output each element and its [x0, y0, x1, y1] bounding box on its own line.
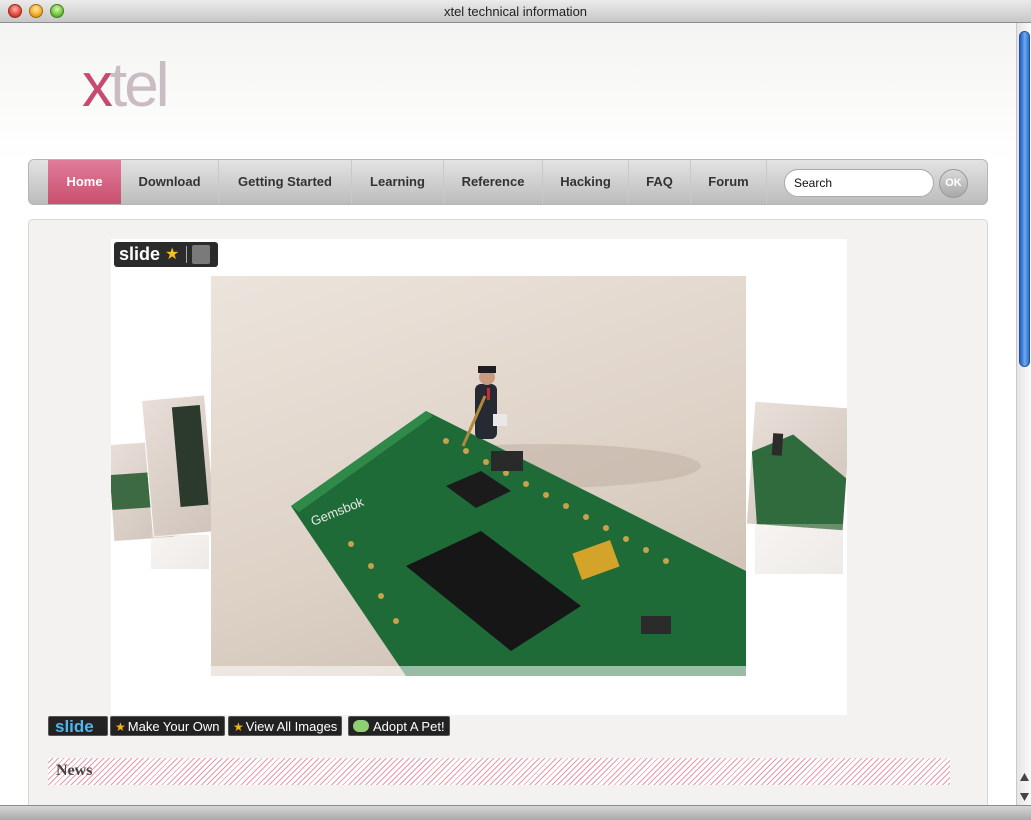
title-bar: xtel technical information: [0, 0, 1031, 23]
user-icon: [192, 245, 210, 264]
site-logo[interactable]: xtel: [82, 51, 170, 121]
nav-reference[interactable]: Reference: [444, 160, 543, 204]
search-ok-button[interactable]: OK: [939, 169, 968, 198]
slide-badge-text: slide: [119, 244, 161, 264]
vertical-scrollbar[interactable]: [1016, 23, 1031, 805]
slide-badge[interactable]: slide ★: [114, 242, 218, 267]
content-panel: slide ★ Gemsbok slide ★ Make Your Own ★ …: [28, 219, 988, 805]
scroll-up-arrow-icon[interactable]: [1020, 773, 1029, 781]
main-nav: Home Download Getting Started Learning R…: [28, 159, 988, 205]
right-thumbnail-art: [751, 433, 847, 531]
nav-learning[interactable]: Learning: [352, 160, 444, 204]
news-title: News: [56, 762, 93, 779]
search-input[interactable]: [784, 169, 934, 197]
badge-divider: [186, 246, 187, 263]
nav-home[interactable]: Home: [48, 160, 121, 204]
main-slide-photo[interactable]: Gemsbok: [211, 276, 746, 676]
circuit-board-photo: Gemsbok: [211, 366, 746, 676]
logo-rest: tel: [110, 51, 170, 120]
browser-window: xtel technical information xtel Home Dow…: [0, 0, 1031, 820]
nav-forum[interactable]: Forum: [691, 160, 767, 204]
make-your-own-button[interactable]: ★ Make Your Own: [110, 716, 225, 736]
adopt-a-pet-label: Adopt A Pet!: [373, 719, 445, 734]
right-thumbnail-reflection: [755, 524, 843, 574]
left-thumbnail-reflection: [151, 535, 209, 569]
web-page: xtel Home Download Getting Started Learn…: [0, 23, 1016, 805]
scrollbar-thumb[interactable]: [1019, 31, 1030, 367]
star-icon: ★: [115, 720, 126, 734]
right-thumbnail[interactable]: [746, 401, 847, 531]
slideshow-widget[interactable]: slide ★ Gemsbok: [111, 239, 847, 715]
pet-icon: [353, 720, 369, 732]
star-icon: ★: [233, 720, 244, 734]
view-all-images-button[interactable]: ★ View All Images: [228, 716, 343, 736]
adopt-a-pet-button[interactable]: Adopt A Pet!: [348, 716, 450, 736]
status-bar: [0, 805, 1031, 820]
nav-faq[interactable]: FAQ: [629, 160, 691, 204]
news-heading-bar: News: [48, 758, 950, 785]
nav-hacking[interactable]: Hacking: [543, 160, 629, 204]
slide-home-button[interactable]: slide: [48, 716, 108, 736]
make-your-own-label: Make Your Own: [127, 719, 220, 734]
star-icon: ★: [165, 246, 180, 263]
window-title: xtel technical information: [443, 4, 588, 19]
nav-getting-started[interactable]: Getting Started: [219, 160, 352, 204]
left-thumbnail-art: [140, 393, 218, 539]
figurine: [461, 366, 507, 447]
view-all-images-label: View All Images: [245, 719, 338, 734]
logo-x: x: [82, 51, 113, 120]
scroll-down-arrow-icon[interactable]: [1020, 793, 1029, 801]
nav-download[interactable]: Download: [121, 160, 219, 204]
left-thumbnail[interactable]: [140, 393, 218, 539]
